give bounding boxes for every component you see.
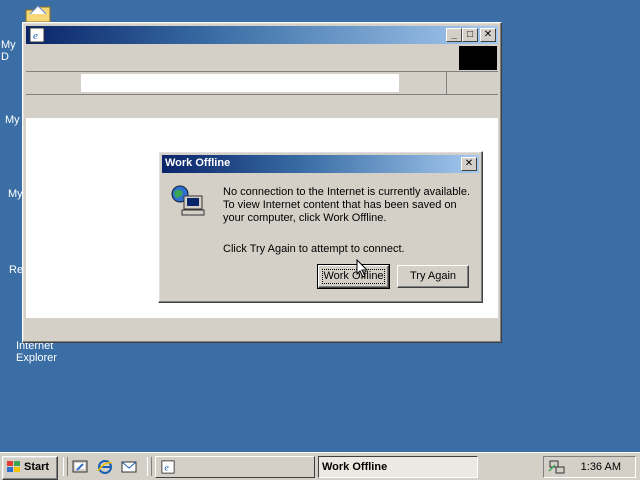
system-tray: 1:36 AM bbox=[543, 456, 636, 478]
internet-explorer-icon[interactable] bbox=[97, 459, 113, 475]
try-again-label: Try Again bbox=[409, 270, 457, 282]
desktop-icon-label-line2: Explorer bbox=[16, 352, 57, 364]
ie-page-icon: e bbox=[161, 460, 175, 474]
taskbar-item-label: Work Offline bbox=[322, 461, 388, 473]
clock[interactable]: 1:36 AM bbox=[581, 461, 621, 473]
close-button[interactable]: ✕ bbox=[480, 28, 496, 42]
start-button[interactable]: Start bbox=[2, 456, 58, 480]
ie-page-icon: e bbox=[29, 27, 45, 43]
mouse-cursor-icon bbox=[356, 259, 369, 278]
dialog-titlebar[interactable]: Work Offline ✕ bbox=[162, 155, 479, 173]
minimize-button[interactable]: _ bbox=[446, 28, 462, 42]
work-offline-button[interactable]: Work Offline bbox=[317, 264, 390, 289]
outlook-express-icon[interactable] bbox=[121, 459, 137, 475]
taskbar-item-work-offline[interactable]: Work Offline bbox=[318, 456, 478, 478]
try-again-button[interactable]: Try Again bbox=[397, 265, 469, 288]
windows-logo-icon bbox=[7, 461, 20, 472]
desktop-icon-label: My bbox=[5, 114, 20, 126]
dialog-message-line1: No connection to the Internet is current… bbox=[223, 186, 471, 198]
focus-rect bbox=[322, 269, 385, 284]
toolbar-divider bbox=[446, 72, 447, 94]
browser-titlebar[interactable]: e _ □ ✕ bbox=[26, 26, 498, 44]
start-label: Start bbox=[24, 461, 50, 473]
maximize-button[interactable]: □ bbox=[462, 28, 478, 42]
minimize-icon: _ bbox=[451, 29, 457, 40]
toolbar-grip[interactable] bbox=[147, 457, 152, 476]
dialog-message-line2: To view Internet content that has been s… bbox=[223, 199, 457, 211]
maximize-icon: □ bbox=[466, 29, 474, 40]
desktop-icon-label: Re bbox=[9, 264, 24, 276]
desktop-icon-recycle-bin[interactable]: Re bbox=[0, 254, 24, 284]
folder-icon bbox=[25, 5, 51, 23]
close-icon: ✕ bbox=[483, 29, 493, 40]
desktop-icon-my-computer[interactable]: My bbox=[0, 104, 24, 134]
show-desktop-icon[interactable] bbox=[72, 459, 88, 475]
svg-text:e: e bbox=[165, 463, 170, 474]
network-status-icon[interactable] bbox=[548, 459, 566, 475]
svg-text:e: e bbox=[33, 30, 38, 42]
status-bar bbox=[26, 319, 498, 339]
dialog-close-button[interactable]: ✕ bbox=[461, 157, 477, 171]
desktop-icon-my-network-places[interactable]: My bbox=[0, 178, 24, 208]
address-input[interactable] bbox=[81, 74, 399, 92]
taskbar-item-browser[interactable]: e bbox=[155, 456, 315, 478]
close-icon: ✕ bbox=[464, 158, 474, 169]
toolbar-grip[interactable] bbox=[63, 457, 68, 476]
taskbar: Start e Work Offline 1:36 AM bbox=[0, 452, 640, 480]
work-offline-dialog: Work Offline ✕ No connection to the Inte… bbox=[158, 151, 483, 303]
address-bar bbox=[26, 72, 498, 95]
network-computer-icon bbox=[171, 185, 205, 216]
desktop-icon-label: My bbox=[8, 188, 23, 200]
dialog-message-line3: your computer, click Work Offline. bbox=[223, 212, 387, 224]
dialog-title: Work Offline bbox=[165, 157, 231, 169]
menu-bar bbox=[26, 45, 498, 72]
throbber-logo bbox=[459, 46, 497, 70]
dialog-message-line4: Click Try Again to attempt to connect. bbox=[223, 243, 405, 255]
